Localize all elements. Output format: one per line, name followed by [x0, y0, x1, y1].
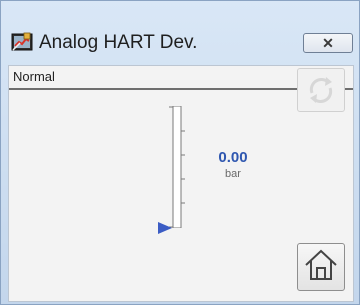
faceplate-body: Normal 0.00 bar	[8, 65, 354, 302]
faceplate-app-icon	[11, 32, 33, 52]
unit-label: bar	[225, 168, 241, 180]
pressure-scale	[169, 105, 185, 229]
refresh-icon	[298, 77, 344, 115]
home-icon	[302, 247, 340, 288]
process-value: 0.00	[218, 149, 248, 166]
status-text: Normal	[13, 69, 55, 84]
close-icon: ✕	[322, 35, 334, 51]
value-pointer-icon	[158, 221, 172, 234]
faceplate-window: Analog HART Dev. ✕ Normal 0.00 bar	[0, 0, 360, 305]
home-button[interactable]	[297, 243, 345, 291]
title-bar[interactable]: Analog HART Dev. ✕	[1, 1, 359, 59]
window-title: Analog HART Dev.	[39, 32, 198, 53]
refresh-button[interactable]	[297, 68, 345, 112]
close-button[interactable]: ✕	[303, 33, 353, 53]
